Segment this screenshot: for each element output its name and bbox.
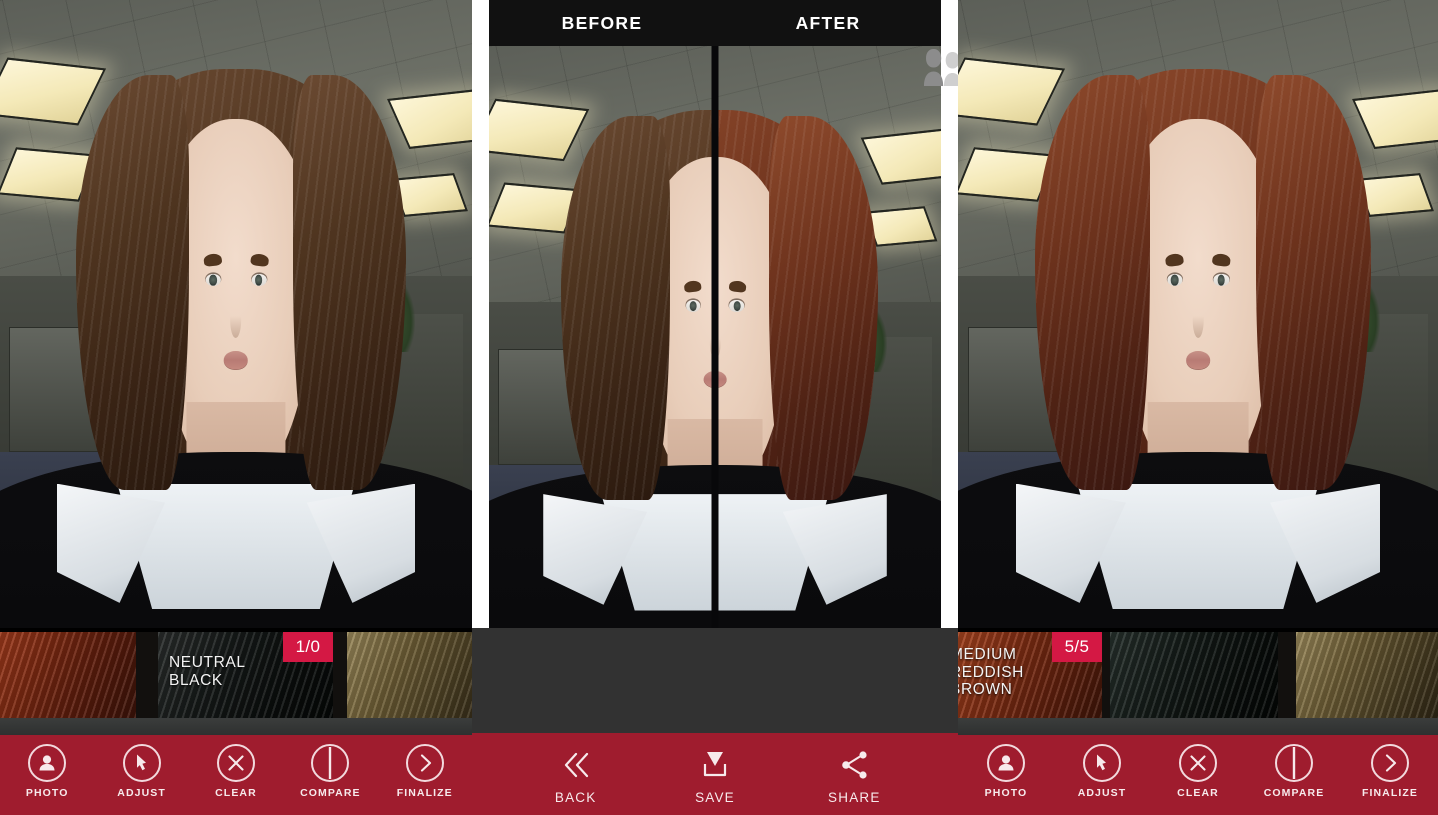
person-icon xyxy=(28,744,66,782)
left-panel: NEUTRAL BLACK 1/0 PHOTO ADJUST xyxy=(0,0,472,815)
hand-pointer-icon xyxy=(1083,744,1121,782)
before-after-split-handle[interactable] xyxy=(712,46,719,628)
clear-button[interactable]: CLEAR xyxy=(193,744,279,799)
swatch-item[interactable] xyxy=(1296,632,1438,718)
clear-label: CLEAR xyxy=(1177,787,1219,799)
after-half xyxy=(715,46,941,628)
back-label: BACK xyxy=(555,790,597,805)
left-swatch-strip[interactable]: NEUTRAL BLACK 1/0 xyxy=(0,632,472,718)
compare-button[interactable]: COMPARE xyxy=(287,744,373,799)
right-swatch-strip[interactable]: MEDIUM REDDISH BROWN 5/5 xyxy=(958,632,1438,718)
back-button[interactable]: BACK xyxy=(533,745,619,805)
middle-toolbar: BACK SAVE SHARE xyxy=(472,733,958,815)
split-circle-icon xyxy=(311,744,349,782)
portrait-subject xyxy=(958,0,1438,628)
portrait-subject xyxy=(0,0,472,628)
save-download-icon xyxy=(692,745,738,785)
adjust-button[interactable]: ADJUST xyxy=(99,744,185,799)
before-half xyxy=(489,46,715,628)
photo-label: PHOTO xyxy=(26,787,69,799)
two-heads-icon[interactable] xyxy=(912,42,958,88)
close-x-icon xyxy=(1179,744,1217,782)
close-x-icon xyxy=(217,744,255,782)
middle-panel: BEFORE AFTER xyxy=(472,0,958,815)
compare-label: COMPARE xyxy=(300,787,361,799)
finalize-label: FINALIZE xyxy=(397,787,453,799)
after-label: AFTER xyxy=(715,13,941,34)
strip-shadow-band xyxy=(958,718,1438,735)
chevron-right-icon xyxy=(406,744,444,782)
left-toolbar: PHOTO ADJUST CLEAR COMPARE xyxy=(0,735,472,815)
split-circle-icon xyxy=(1275,744,1313,782)
double-chevron-left-icon xyxy=(553,745,599,785)
share-label: SHARE xyxy=(828,790,881,805)
adjust-label: ADJUST xyxy=(117,787,166,799)
app-screenshot-triptych: NEUTRAL BLACK 1/0 PHOTO ADJUST xyxy=(0,0,1438,815)
swatch-label: MEDIUM REDDISH BROWN xyxy=(958,646,1024,699)
photo-button[interactable]: PHOTO xyxy=(4,744,90,799)
person-icon xyxy=(987,744,1025,782)
swatch-badge: 5/5 xyxy=(1052,632,1102,662)
swatch-item-selected[interactable]: MEDIUM REDDISH BROWN 5/5 xyxy=(958,632,1102,718)
before-after-header: BEFORE AFTER xyxy=(489,0,941,46)
swatch-item[interactable] xyxy=(0,632,136,718)
left-photo-viewport[interactable] xyxy=(0,0,472,628)
adjust-button[interactable]: ADJUST xyxy=(1059,744,1145,799)
swatch-item[interactable] xyxy=(1110,632,1278,718)
share-nodes-icon xyxy=(831,745,877,785)
compare-label: COMPARE xyxy=(1264,787,1325,799)
clear-label: CLEAR xyxy=(215,787,257,799)
share-button[interactable]: SHARE xyxy=(811,745,897,805)
photo-label: PHOTO xyxy=(985,787,1028,799)
chevron-right-icon xyxy=(1371,744,1409,782)
clear-button[interactable]: CLEAR xyxy=(1155,744,1241,799)
compare-button[interactable]: COMPARE xyxy=(1251,744,1337,799)
swatch-label: NEUTRAL BLACK xyxy=(169,654,246,689)
before-label: BEFORE xyxy=(489,13,715,34)
hand-pointer-icon xyxy=(123,744,161,782)
finalize-button[interactable]: FINALIZE xyxy=(382,744,468,799)
swatch-item[interactable] xyxy=(347,632,472,718)
adjust-label: ADJUST xyxy=(1078,787,1127,799)
finalize-label: FINALIZE xyxy=(1362,787,1418,799)
finalize-button[interactable]: FINALIZE xyxy=(1347,744,1433,799)
swatch-badge: 1/0 xyxy=(283,632,333,662)
right-toolbar: PHOTO ADJUST CLEAR COMPARE xyxy=(958,735,1438,815)
strip-shadow-band xyxy=(0,718,472,735)
photo-button[interactable]: PHOTO xyxy=(963,744,1049,799)
right-panel: MEDIUM REDDISH BROWN 5/5 PHOTO xyxy=(958,0,1438,815)
right-photo-viewport[interactable] xyxy=(958,0,1438,628)
middle-dark-area xyxy=(472,628,958,733)
save-label: SAVE xyxy=(695,790,735,805)
swatch-item-selected[interactable]: NEUTRAL BLACK 1/0 xyxy=(158,632,333,718)
save-button[interactable]: SAVE xyxy=(672,745,758,805)
